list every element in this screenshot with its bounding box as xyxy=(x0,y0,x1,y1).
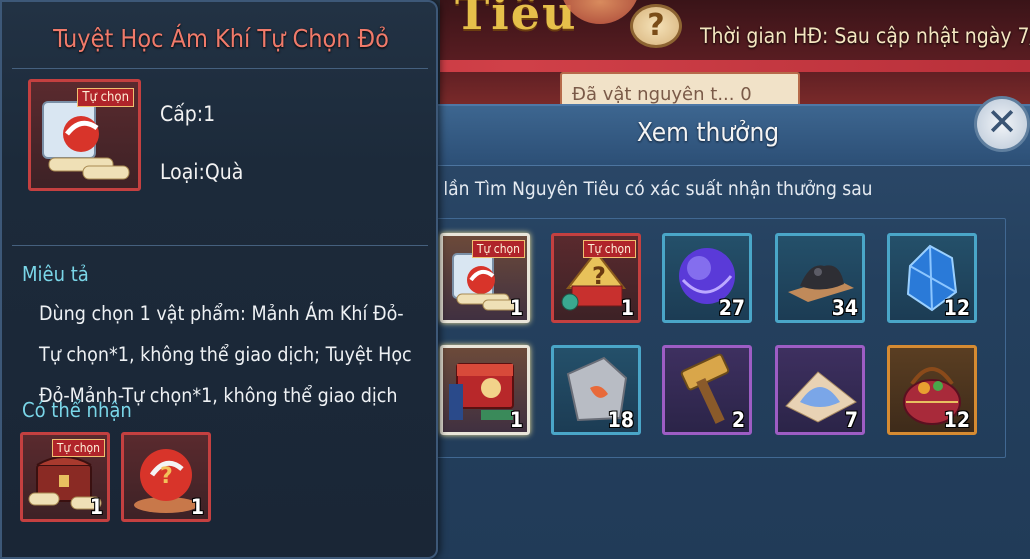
item-count: 1 xyxy=(509,408,523,432)
item-count: 12 xyxy=(943,296,970,320)
reward-description: Mỗi lần Tìm Nguyên Tiêu có xác suất nhận… xyxy=(408,178,873,200)
reward-item[interactable]: Tự chọn 1 xyxy=(440,233,530,323)
event-time-label: Thời gian HĐ: Sau cập nhật ngày 7/ xyxy=(700,24,1030,48)
item-count: 7 xyxy=(844,408,858,432)
item-tag-badge: Tự chọn xyxy=(77,88,134,107)
item-count: 1 xyxy=(509,296,523,320)
reward-item[interactable]: 1 xyxy=(440,345,530,435)
item-icon-frame: Tự chọn xyxy=(28,79,141,191)
item-tag-badge: Tự chọn xyxy=(582,240,636,258)
item-count: 27 xyxy=(718,296,745,320)
item-level: Cấp:1 xyxy=(160,102,216,126)
reward-item[interactable]: 18 xyxy=(551,345,641,435)
help-button[interactable]: ? xyxy=(630,4,682,48)
reward-item[interactable]: ? Tự chọn 1 xyxy=(551,233,641,323)
item-tag-badge: Tự chọn xyxy=(51,439,105,457)
item-count: 2 xyxy=(731,408,745,432)
item-count: 1 xyxy=(89,495,103,519)
description-label: Miêu tả xyxy=(22,262,89,286)
item-count: 18 xyxy=(607,408,634,432)
item-title: Tuyệt Học Ám Khí Tự Chọn Đỏ xyxy=(53,24,389,53)
reward-item[interactable]: 12 xyxy=(887,345,977,435)
close-button[interactable]: ✕ xyxy=(974,96,1030,152)
svg-text:?: ? xyxy=(160,464,173,489)
reward-panel-title: Xem thưởng xyxy=(636,118,780,148)
event-title-text: Tiêu xyxy=(455,0,578,40)
reward-item[interactable]: 12 xyxy=(887,233,977,323)
receivable-item[interactable]: Tự chọn 1 xyxy=(20,432,110,522)
svg-text:?: ? xyxy=(592,262,606,290)
reward-item[interactable]: 7 xyxy=(775,345,865,435)
reward-item[interactable]: 2 xyxy=(662,345,752,435)
item-count: 34 xyxy=(831,296,858,320)
receivable-label: Có thể nhận xyxy=(22,398,132,422)
item-count: 1 xyxy=(190,495,204,519)
reward-panel-header: Xem thưởng xyxy=(408,106,1030,166)
reward-item[interactable]: 27 xyxy=(662,233,752,323)
divider xyxy=(12,245,428,246)
item-type: Loại:Quà xyxy=(160,160,244,184)
item-tag-badge: Tự chọn xyxy=(471,240,525,258)
divider xyxy=(12,68,428,69)
item-count: 1 xyxy=(620,296,634,320)
item-count: 12 xyxy=(943,408,970,432)
reward-item[interactable]: 34 xyxy=(775,233,865,323)
receivable-item[interactable]: ? 1 xyxy=(121,432,211,522)
